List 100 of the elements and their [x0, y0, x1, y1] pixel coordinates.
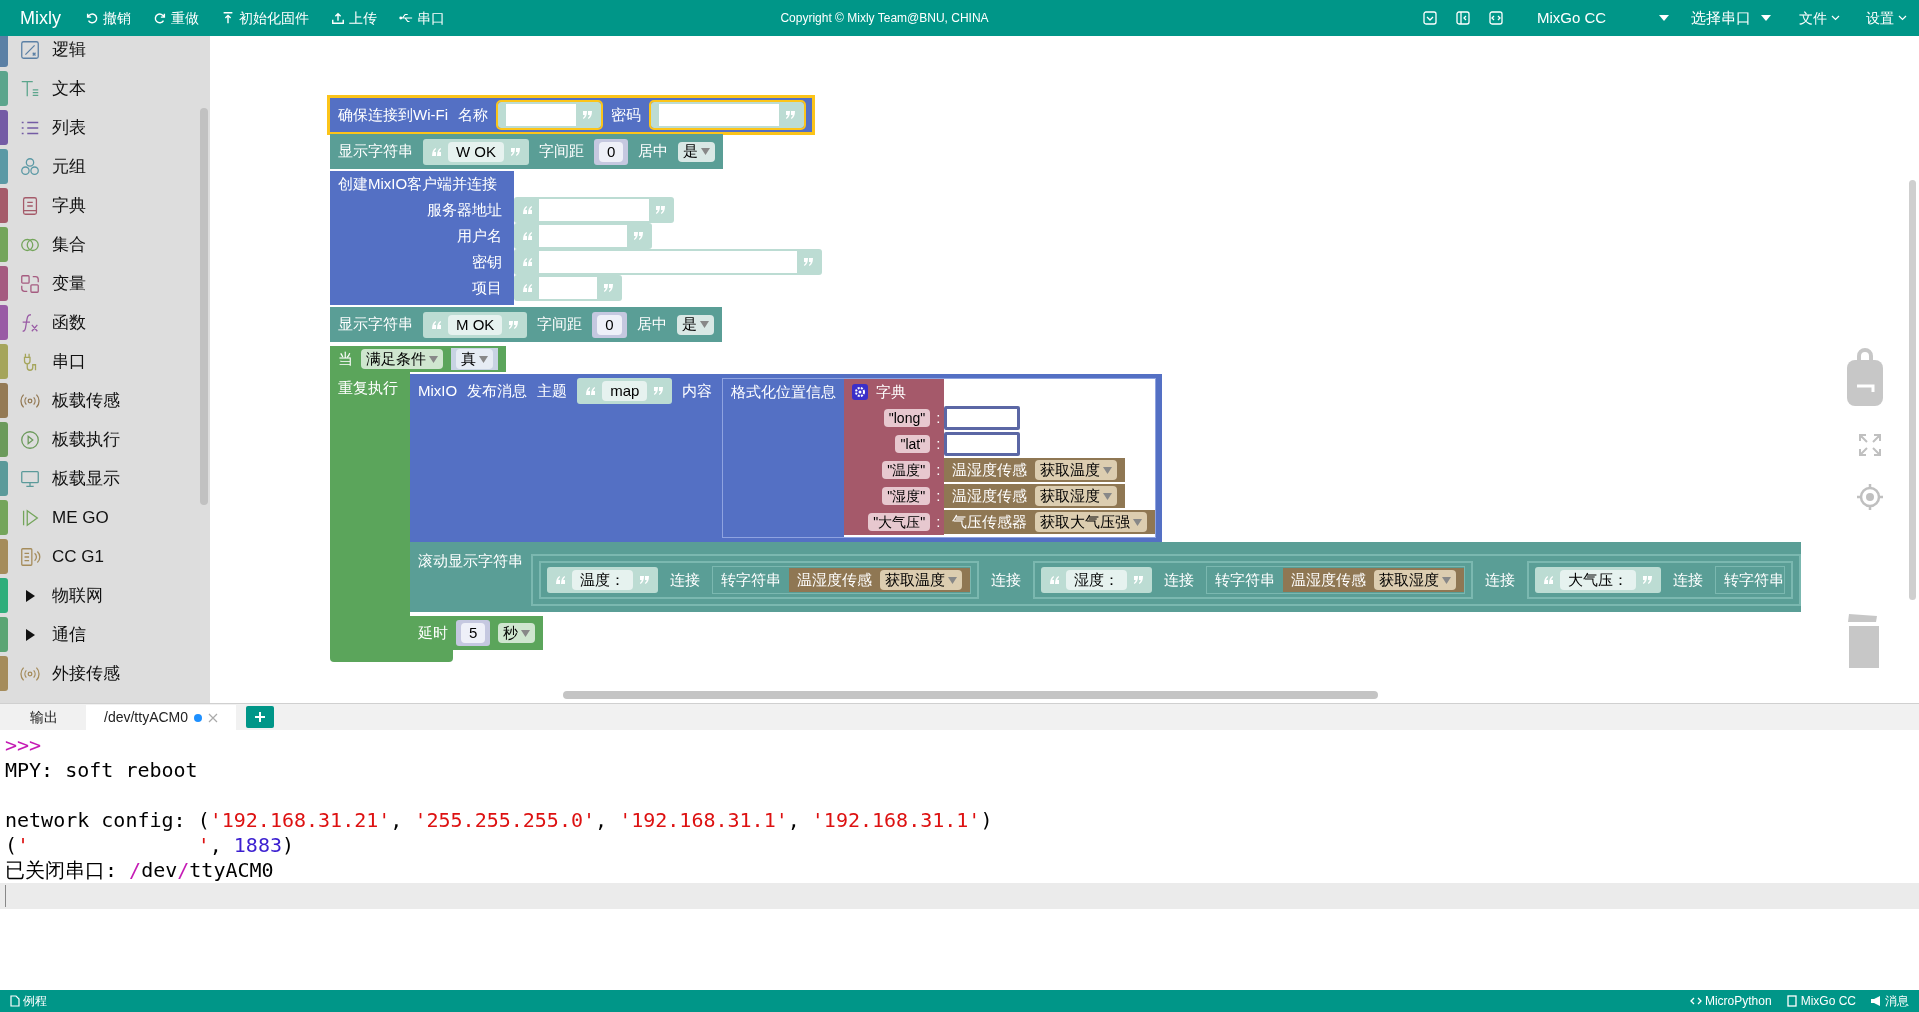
category-item[interactable]: 元组: [0, 147, 210, 186]
category-label: 物联网: [52, 584, 103, 607]
add-tab-button[interactable]: [246, 706, 275, 728]
console-tab[interactable]: 输出: [12, 705, 76, 730]
category-item[interactable]: 列表: [0, 108, 210, 147]
category-label: 文本: [52, 77, 86, 100]
dropdown[interactable]: 真: [456, 349, 493, 369]
block-label: 主题: [537, 380, 568, 401]
dropdown[interactable]: 秒: [498, 623, 536, 643]
quote-icon: [508, 319, 520, 330]
console-tab[interactable]: /dev/ttyACM0: [86, 705, 237, 730]
category-item[interactable]: 串口: [0, 342, 210, 381]
category-item[interactable]: 函数: [0, 303, 210, 342]
console-text: ' ': [17, 833, 210, 857]
category-label: 列表: [52, 116, 86, 139]
toolbar-button[interactable]: 串口: [399, 7, 445, 29]
quote-icon: [1049, 575, 1060, 585]
category-label: CC G1: [52, 545, 104, 568]
category-label: 板载执行: [52, 428, 120, 451]
quote-icon: [555, 575, 566, 585]
menu-button[interactable]: 文件: [1799, 7, 1840, 29]
panel-down-icon: [1422, 10, 1438, 26]
quote-icon: [639, 575, 650, 585]
board-select[interactable]: MixGo CC: [1537, 6, 1669, 30]
quote-icon: [633, 231, 644, 241]
category-item[interactable]: 文本: [0, 69, 210, 108]
undo-icon: [85, 11, 99, 25]
caret-icon: [521, 629, 531, 637]
backpack-icon[interactable]: [1845, 348, 1885, 406]
text-field[interactable]: map: [602, 381, 648, 401]
quote-icon: [603, 283, 614, 293]
chip-icon: [1785, 995, 1798, 1007]
number-field[interactable]: 5: [461, 623, 486, 643]
category-label: 逻辑: [52, 38, 86, 61]
number-field[interactable]: 0: [599, 141, 624, 162]
category-item[interactable]: 逻辑: [0, 36, 210, 69]
port-select[interactable]: 选择串口: [1691, 6, 1771, 30]
text-field[interactable]: W OK: [448, 141, 504, 162]
dropdown[interactable]: 获取温度: [880, 570, 962, 590]
key-field[interactable]: "温度": [882, 461, 931, 479]
quote-icon: [585, 386, 597, 396]
toolbar-button[interactable]: 上传: [331, 7, 377, 29]
key-field[interactable]: "大气压": [868, 513, 931, 531]
toolbar-button[interactable]: 初始化固件: [221, 7, 309, 29]
toolbar-icon-button[interactable]: [1488, 10, 1504, 26]
category-item[interactable]: 板载显示: [0, 459, 210, 498]
menu-button[interactable]: 设置: [1866, 7, 1907, 29]
caret-icon: [1659, 15, 1669, 21]
scrollbar-thumb[interactable]: [1909, 180, 1916, 600]
text-field[interactable]: 湿度：: [1066, 570, 1127, 590]
category-item[interactable]: 集合: [0, 225, 210, 264]
category-label: 函数: [52, 311, 86, 334]
status-item[interactable]: MicroPython: [1689, 992, 1772, 1010]
toolbar-icon-button[interactable]: [1455, 10, 1471, 26]
dropdown[interactable]: 满足条件: [361, 349, 443, 369]
code-icon: [1689, 995, 1702, 1007]
category-item[interactable]: 字典: [0, 186, 210, 225]
block-label: :: [936, 511, 941, 532]
number-field[interactable]: 0: [597, 314, 622, 335]
toolbar-icon-button[interactable]: [1422, 10, 1438, 26]
category-item[interactable]: ME GO: [0, 498, 210, 537]
toolbar-button[interactable]: 撤销: [85, 7, 131, 29]
category-item[interactable]: 变量: [0, 264, 210, 303]
examples-button[interactable]: 例程: [10, 992, 47, 1010]
target-icon[interactable]: [1856, 483, 1884, 511]
dropdown[interactable]: 获取湿度: [1035, 486, 1118, 506]
text-field[interactable]: 大气压：: [1560, 570, 1636, 590]
category-item[interactable]: CC G1: [0, 537, 210, 576]
dropdown[interactable]: 获取湿度: [1374, 570, 1456, 590]
caret-icon: [701, 148, 711, 155]
play-circle-icon: [19, 428, 41, 451]
caret-icon: [1133, 518, 1143, 526]
block-label: MixIO: [418, 380, 458, 401]
key-field[interactable]: "lat": [895, 435, 931, 453]
megaphone-icon: [1870, 995, 1882, 1007]
caret-icon: [1103, 492, 1113, 500]
text-field[interactable]: 温度：: [572, 570, 633, 590]
key-field[interactable]: "湿度": [882, 487, 931, 505]
scrollbar-thumb[interactable]: [563, 691, 1378, 699]
block-label: 名称: [458, 104, 488, 125]
dropdown[interactable]: 是: [678, 141, 716, 162]
console-text: MPY: soft reboot: [5, 758, 198, 782]
category-item[interactable]: 物联网: [0, 576, 210, 615]
status-item[interactable]: MixGo CC: [1785, 992, 1856, 1010]
dropdown[interactable]: 获取温度: [1035, 460, 1118, 480]
key-field[interactable]: "long": [883, 409, 931, 427]
fullscreen-icon[interactable]: [1858, 433, 1882, 457]
category-item[interactable]: 外接传感: [0, 654, 210, 693]
category-item[interactable]: 板载执行: [0, 420, 210, 459]
text-field[interactable]: M OK: [448, 314, 503, 335]
dropdown[interactable]: 是: [676, 314, 714, 335]
scrollbar-thumb[interactable]: [200, 108, 208, 505]
chevron-icon: [1831, 15, 1840, 21]
status-item[interactable]: 消息: [1870, 992, 1909, 1010]
quote-icon: [803, 257, 814, 267]
category-item[interactable]: 通信: [0, 615, 210, 654]
toolbar-button[interactable]: 重做: [153, 7, 199, 29]
copyright-text: Copyright © Mixly Team@BNU, CHINA: [779, 10, 990, 27]
category-item[interactable]: 板载传感: [0, 381, 210, 420]
dropdown[interactable]: 获取大气压强: [1035, 512, 1148, 532]
